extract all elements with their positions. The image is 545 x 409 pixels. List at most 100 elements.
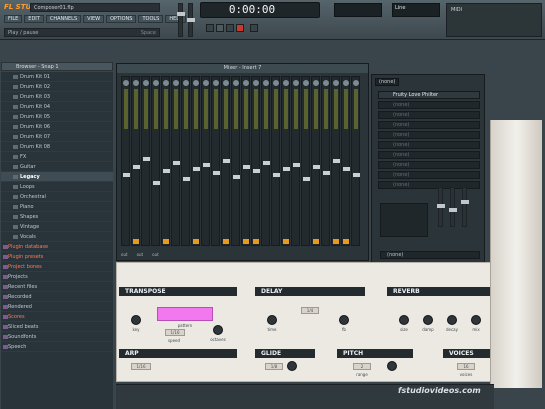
browser-item[interactable]: Loops (1, 182, 113, 192)
menu-file[interactable]: FILE (4, 15, 23, 23)
pan-knob[interactable] (163, 80, 169, 86)
delay-time-field[interactable]: 1/4 (301, 307, 319, 314)
volume-fader[interactable] (333, 159, 340, 163)
browser-item[interactable]: Shapes (1, 212, 113, 222)
browser-item[interactable]: Plugin presets (1, 252, 113, 262)
browser-item[interactable]: Plugin database (1, 242, 113, 252)
fx-slot[interactable]: Fruity Love Philter (378, 91, 480, 99)
mixer-channel-strip[interactable] (351, 76, 360, 246)
browser-item[interactable]: Guitar (1, 162, 113, 172)
volume-fader[interactable] (233, 175, 240, 179)
pattern-selector[interactable] (157, 307, 213, 321)
glide-knob[interactable] (287, 361, 297, 371)
mixer-channel-strip[interactable] (271, 76, 280, 246)
arp-mode-field[interactable]: 1/16 (131, 363, 151, 370)
mixer-channel-strip[interactable] (241, 76, 250, 246)
mixer-channel-strip[interactable] (141, 76, 150, 246)
pan-knob[interactable] (293, 80, 299, 86)
pan-knob[interactable] (253, 80, 259, 86)
browser-item[interactable]: Drum Kit 02 (1, 82, 113, 92)
pattern-mode-button[interactable] (206, 24, 214, 32)
pan-knob[interactable] (343, 80, 349, 86)
menu-edit[interactable]: EDIT (24, 15, 44, 23)
octaves-knob[interactable] (213, 325, 223, 335)
browser-item[interactable]: Sliced beats (1, 322, 113, 332)
volume-fader[interactable] (313, 165, 320, 169)
mixer-channel-strip[interactable] (221, 76, 230, 246)
browser-item[interactable]: Vintage (1, 222, 113, 232)
pan-knob[interactable] (313, 80, 319, 86)
speed-field[interactable]: 1/16 (165, 329, 185, 336)
pan-knob[interactable] (273, 80, 279, 86)
eq-band-high-slider[interactable] (461, 187, 469, 227)
reverb-damp-knob[interactable] (423, 315, 433, 325)
browser-item[interactable]: Vocals (1, 232, 113, 242)
tempo-button[interactable] (250, 24, 258, 32)
fx-slot[interactable]: (none) (378, 111, 480, 119)
record-button[interactable] (236, 24, 244, 32)
record-led[interactable] (243, 239, 249, 244)
pitch-gain-knob[interactable] (387, 361, 397, 371)
fx-slot[interactable]: (none) (378, 141, 480, 149)
pan-knob[interactable] (133, 80, 139, 86)
volume-fader[interactable] (213, 171, 220, 175)
volume-fader[interactable] (343, 167, 350, 171)
pan-knob[interactable] (303, 80, 309, 86)
pan-knob[interactable] (183, 80, 189, 86)
record-led[interactable] (133, 239, 139, 244)
browser-item[interactable]: Drum Kit 08 (1, 142, 113, 152)
fx-slot[interactable]: (none) (378, 151, 480, 159)
volume-fader[interactable] (243, 165, 250, 169)
volume-fader[interactable] (143, 157, 150, 161)
pan-knob[interactable] (223, 80, 229, 86)
browser-item[interactable]: FX (1, 152, 113, 162)
pan-knob[interactable] (333, 80, 339, 86)
pan-knob[interactable] (323, 80, 329, 86)
fx-output-selector[interactable]: (none) (380, 251, 480, 259)
record-led[interactable] (163, 239, 169, 244)
menu-options[interactable]: OPTIONS (106, 15, 137, 23)
delay-time-knob[interactable] (267, 315, 277, 325)
volume-fader[interactable] (263, 161, 270, 165)
browser-item[interactable]: Piano (1, 202, 113, 212)
reverb-decay-knob[interactable] (447, 315, 457, 325)
volume-fader[interactable] (283, 167, 290, 171)
volume-fader[interactable] (183, 177, 190, 181)
record-led[interactable] (313, 239, 319, 244)
mixer-channel-strip[interactable] (191, 76, 200, 246)
mixer-channel-strip[interactable] (181, 76, 190, 246)
mixer-channel-strip[interactable] (131, 76, 140, 246)
fx-slot[interactable]: (none) (378, 101, 480, 109)
mixer-channel-strip[interactable] (171, 76, 180, 246)
pan-knob[interactable] (213, 80, 219, 86)
mixer-channel-strip[interactable] (151, 76, 160, 246)
menu-tools[interactable]: TOOLS (138, 15, 164, 23)
pan-knob[interactable] (153, 80, 159, 86)
mixer-channel-strip[interactable] (201, 76, 210, 246)
menu-view[interactable]: VIEW (83, 15, 105, 23)
eq-band-low-slider[interactable] (437, 187, 445, 227)
mixer-channel-strip[interactable] (231, 76, 240, 246)
volume-fader[interactable] (153, 181, 160, 185)
browser-item[interactable]: Rendered (1, 302, 113, 312)
browser-item[interactable]: Drum Kit 06 (1, 122, 113, 132)
volume-fader[interactable] (303, 177, 310, 181)
mixer-channel-strip[interactable] (121, 76, 130, 246)
mixer-channel-strip[interactable] (211, 76, 220, 246)
volume-fader[interactable] (273, 173, 280, 177)
fx-input-selector[interactable]: (none) (375, 78, 400, 86)
key-knob[interactable] (131, 315, 141, 325)
mixer-channel-strip[interactable] (341, 76, 350, 246)
pan-knob[interactable] (243, 80, 249, 86)
pan-knob[interactable] (353, 80, 359, 86)
volume-fader[interactable] (163, 169, 170, 173)
pan-knob[interactable] (203, 80, 209, 86)
browser-item[interactable]: Scores (1, 312, 113, 322)
browser-item[interactable]: Speech (1, 342, 113, 352)
mixer-channel-strip[interactable] (331, 76, 340, 246)
mixer-channel-strip[interactable] (301, 76, 310, 246)
browser-item[interactable]: Legacy (1, 172, 113, 182)
volume-fader[interactable] (223, 159, 230, 163)
record-led[interactable] (193, 239, 199, 244)
volume-fader[interactable] (123, 173, 130, 177)
